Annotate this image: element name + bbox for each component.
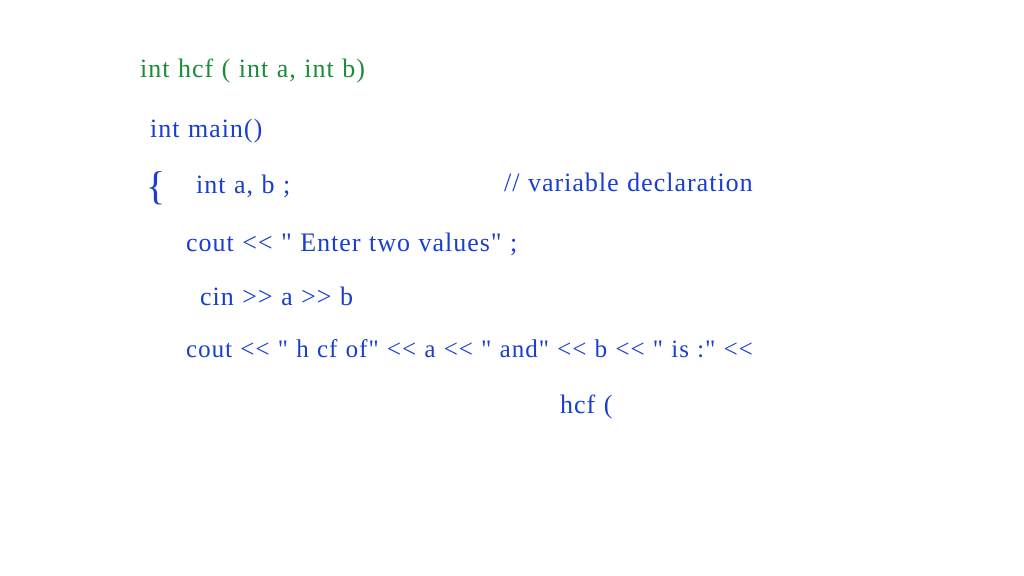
code-line-hcf-call: hcf ( <box>560 388 613 422</box>
code-line-cout-prompt: cout << " Enter two values" ; <box>186 226 518 260</box>
code-brace-open: { <box>146 160 166 212</box>
code-line-cin: cin >> a >> b <box>200 280 354 314</box>
handwritten-code-canvas: int hcf ( int a, int b) int main() { int… <box>0 0 1024 576</box>
code-line-var-comment: // variable declaration <box>504 166 754 200</box>
code-line-prototype: int hcf ( int a, int b) <box>140 52 366 86</box>
code-line-main-decl: int main() <box>150 112 263 146</box>
code-line-var-decl: int a, b ; <box>196 168 291 202</box>
code-line-cout-result: cout << " h cf of" << a << " and" << b <… <box>186 334 754 367</box>
